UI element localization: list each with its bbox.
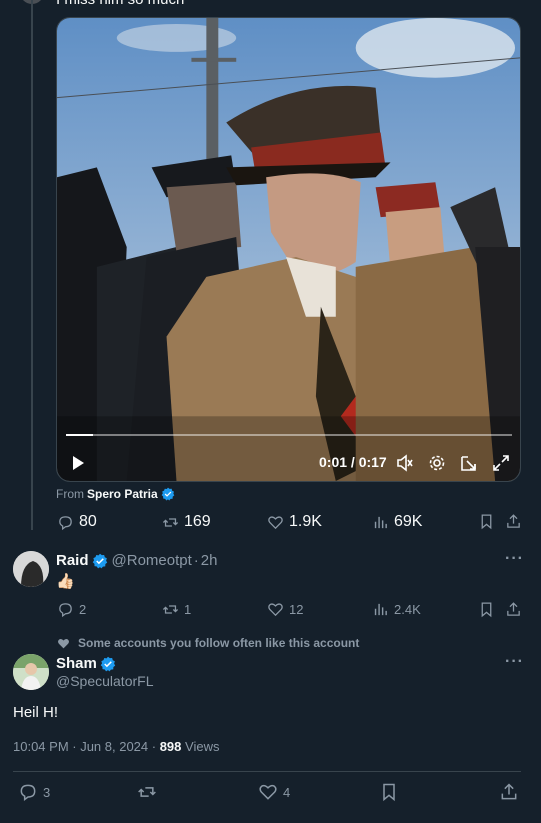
repost-icon — [162, 517, 179, 527]
reply-author-name[interactable]: Raid — [56, 552, 89, 569]
like-count: 4 — [283, 784, 291, 800]
views-count: 69K — [394, 513, 423, 530]
bookmark-icon — [481, 602, 492, 618]
like-count: 1.9K — [289, 513, 322, 530]
bookmark-button[interactable] — [478, 513, 495, 530]
reply-content: 👍🏻 — [56, 573, 75, 590]
social-context: Some accounts you follow often like this… — [57, 636, 359, 650]
pop-out-icon[interactable] — [458, 452, 480, 474]
video-progress-bar[interactable] — [66, 434, 512, 436]
share-icon — [507, 602, 520, 616]
tweet-author-handle[interactable]: @SpeculatorFL — [56, 673, 153, 689]
repost-count: 1 — [184, 602, 192, 617]
reply-button[interactable]: 2 — [57, 601, 86, 618]
video-frame — [57, 18, 520, 481]
video-player[interactable]: 0:01 / 0:17 — [56, 17, 521, 482]
tweet-text: Heil H! — [13, 704, 59, 721]
video-source-attribution: From Spero Patria — [56, 487, 175, 501]
reply-time[interactable]: 2h — [201, 552, 218, 569]
verified-badge-icon — [92, 553, 107, 568]
reply-button[interactable]: 80 — [57, 513, 97, 531]
tweet-author-row: Sham — [56, 655, 116, 672]
reply-icon — [59, 603, 72, 618]
heart-icon — [268, 515, 283, 529]
reply-count: 3 — [43, 784, 51, 800]
repost-button[interactable]: 169 — [162, 513, 211, 531]
more-options-icon[interactable]: ··· — [505, 653, 524, 671]
reply-icon — [59, 515, 72, 530]
fullscreen-icon[interactable] — [490, 452, 512, 474]
tweet-views-count: 898 — [159, 739, 182, 754]
share-icon — [507, 514, 520, 528]
reply-count: 2 — [79, 602, 87, 617]
avatar[interactable] — [13, 551, 49, 587]
verified-badge-icon — [100, 656, 116, 671]
repost-count: 169 — [184, 513, 211, 530]
views-count: 2.4K — [394, 602, 421, 617]
tweet-timestamp[interactable]: 10:04 PM · Jun 8, 2024 · — [13, 739, 160, 754]
views-icon — [374, 516, 387, 528]
source-prefix: From — [56, 487, 84, 501]
volume-icon[interactable] — [394, 452, 416, 474]
thread-connector-line — [31, 0, 33, 530]
heart-icon — [259, 784, 277, 800]
repost-button[interactable] — [137, 782, 162, 802]
video-progress-fill — [66, 434, 93, 436]
reply-author-row: Raid @Romeotpt · 2h — [56, 552, 217, 569]
more-options-icon[interactable]: ··· — [505, 550, 524, 568]
repost-icon — [138, 787, 156, 797]
tweet-author-name[interactable]: Sham — [56, 655, 97, 672]
like-button[interactable]: 1.9K — [267, 513, 322, 531]
views-icon — [374, 603, 387, 616]
views-button[interactable]: 69K — [372, 513, 422, 531]
reply-icon — [20, 784, 36, 801]
bookmark-button[interactable] — [379, 782, 399, 802]
share-icon — [501, 783, 517, 800]
reply-author-handle[interactable]: @Romeotpt — [112, 552, 192, 569]
quoted-tweet-text-partial: I miss him so much — [56, 0, 184, 8]
reply-button[interactable]: 3 — [18, 782, 50, 802]
reply-separator: · — [193, 552, 199, 569]
social-context-text: Some accounts you follow often like this… — [78, 636, 360, 650]
like-button[interactable]: 12 — [267, 601, 303, 618]
bookmark-icon — [481, 514, 492, 530]
tweet-views-label: Views — [181, 739, 220, 754]
repost-icon — [162, 605, 179, 614]
bookmark-button[interactable] — [478, 601, 495, 618]
source-name-link[interactable]: Spero Patria — [87, 487, 158, 501]
verified-badge-icon — [161, 487, 175, 501]
heart-icon — [58, 638, 69, 648]
heart-icon — [268, 603, 283, 617]
video-time-display: 0:01 / 0:17 — [319, 454, 387, 470]
bookmark-icon — [383, 783, 395, 802]
share-button[interactable] — [505, 513, 522, 530]
views-button[interactable]: 2.4K — [372, 601, 421, 618]
like-count: 12 — [289, 602, 304, 617]
share-button[interactable] — [499, 782, 519, 802]
play-icon[interactable] — [67, 452, 89, 474]
tweet-meta: 10:04 PM · Jun 8, 2024 · 898 Views — [13, 739, 219, 754]
avatar[interactable] — [13, 654, 49, 690]
like-button[interactable]: 4 — [258, 782, 290, 802]
repost-button[interactable]: 1 — [162, 601, 191, 618]
reply-count: 80 — [79, 513, 97, 530]
divider — [13, 771, 521, 772]
share-button[interactable] — [505, 601, 522, 618]
settings-icon[interactable] — [426, 452, 448, 474]
